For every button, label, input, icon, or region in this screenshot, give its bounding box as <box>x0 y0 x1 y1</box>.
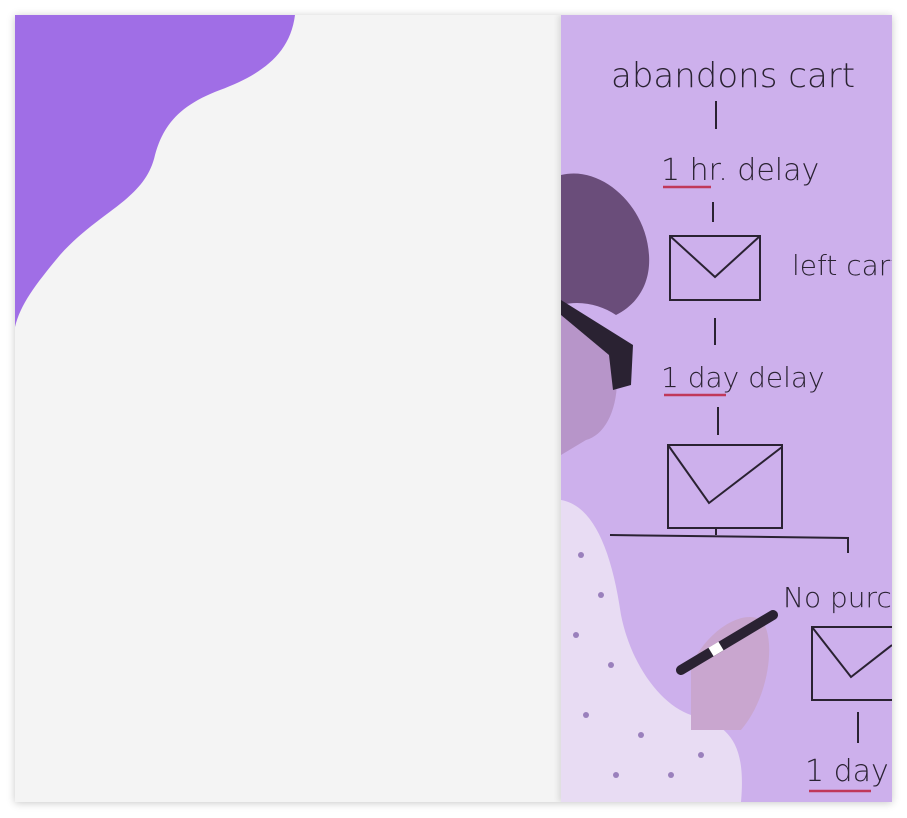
decorative-panel <box>15 15 561 802</box>
whiteboard-text: 1 day <box>805 754 889 789</box>
email-envelope-icon <box>669 235 761 301</box>
whiteboard-text: No purch <box>783 581 892 614</box>
email-envelope-icon <box>667 444 783 529</box>
whiteboard-text: abandons cart <box>611 56 855 96</box>
whiteboard-illustration: abandons cart 1 hr. delay left cart 1 da… <box>561 56 892 802</box>
whiteboard-text: 1 day delay <box>661 361 825 394</box>
whiteboard-text: 1 hr. delay <box>661 153 819 188</box>
purple-blob-shape <box>15 15 295 327</box>
hero-image-whiteboard: abandons cart 1 hr. delay left cart 1 da… <box>561 15 892 802</box>
email-envelope-icon <box>811 626 892 701</box>
hero-card: abandons cart 1 hr. delay left cart 1 da… <box>15 15 892 802</box>
whiteboard-text: left cart <box>792 249 892 282</box>
